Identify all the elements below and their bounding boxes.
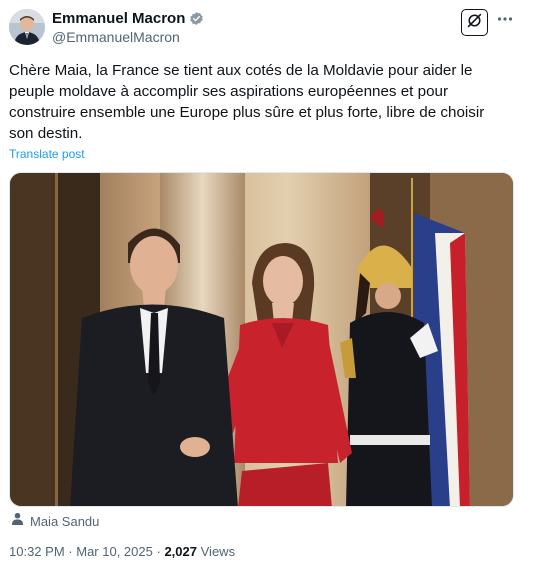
author-display-name[interactable]: Emmanuel Macron — [52, 10, 185, 27]
author-name-row: Emmanuel Macron — [52, 10, 204, 27]
person-icon — [11, 512, 24, 530]
post-time[interactable]: 10:32 PM — [9, 544, 65, 559]
tagged-person-name: Maia Sandu — [30, 513, 100, 529]
post: Emmanuel Macron @EmmanuelMacron Chère Ma… — [0, 0, 540, 569]
views-label: Views — [200, 544, 236, 559]
verified-badge-icon — [189, 11, 204, 26]
views-count: 2,027 — [164, 544, 197, 559]
tagged-person[interactable]: Maia Sandu — [11, 512, 99, 530]
translate-post-link[interactable]: Translate post — [9, 147, 85, 161]
meta-separator: · — [156, 544, 161, 559]
grok-button[interactable] — [461, 9, 488, 36]
post-photo[interactable] — [9, 172, 514, 507]
grok-icon — [466, 12, 483, 34]
post-text: Chère Maia, la France se tient aux cotés… — [9, 62, 485, 142]
avatar[interactable] — [9, 9, 45, 45]
post-date[interactable]: Mar 10, 2025 — [76, 544, 153, 559]
more-icon — [497, 11, 513, 32]
meta-separator: · — [68, 544, 73, 559]
author-handle[interactable]: @EmmanuelMacron — [52, 29, 180, 45]
post-meta: 10:32 PM · Mar 10, 2025 · 2,027 Views — [9, 544, 235, 559]
more-options-button[interactable] — [496, 12, 514, 30]
